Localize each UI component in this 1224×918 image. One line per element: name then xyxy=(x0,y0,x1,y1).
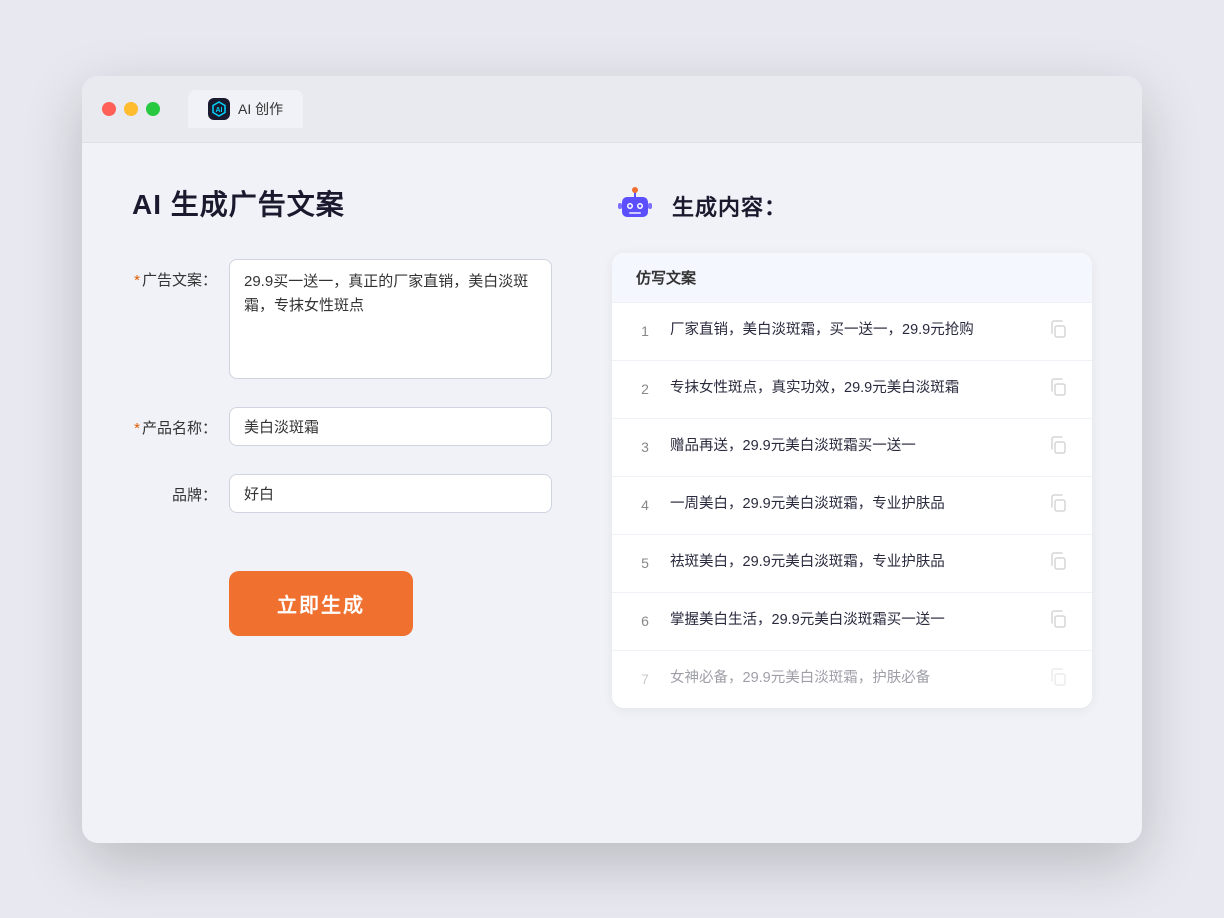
tab-label: AI 创作 xyxy=(238,99,283,119)
result-item: 5 祛斑美白，29.9元美白淡斑霜，专业护肤品 xyxy=(612,535,1092,593)
title-bar: AI AI 创作 xyxy=(82,76,1142,143)
results-card: 仿写文案 1 厂家直销，美白淡斑霜，买一送一，29.9元抢购 2 专抹女性斑点，真实… xyxy=(612,253,1092,708)
copy-button[interactable] xyxy=(1048,493,1068,518)
result-text: 一周美白，29.9元美白淡斑霜，专业护肤品 xyxy=(670,494,1032,516)
result-text: 厂家直销，美白淡斑霜，买一送一，29.9元抢购 xyxy=(670,320,1032,342)
copy-button[interactable] xyxy=(1048,551,1068,576)
left-panel: AI 生成广告文案 *广告文案： *产品名称： 品牌： 立 xyxy=(132,183,552,803)
result-item: 6 掌握美白生活，29.9元美白淡斑霜买一送一 xyxy=(612,593,1092,651)
result-number: 2 xyxy=(636,381,654,397)
ad-copy-required-star: * xyxy=(134,272,140,289)
browser-window: AI AI 创作 AI 生成广告文案 *广告文案： *产品名称： xyxy=(82,76,1142,843)
ai-tab[interactable]: AI AI 创作 xyxy=(188,90,303,128)
ad-copy-label: *广告文案： xyxy=(132,259,217,290)
result-item: 3 赠品再送，29.9元美白淡斑霜买一送一 xyxy=(612,419,1092,477)
copy-button[interactable] xyxy=(1048,319,1068,344)
copy-button[interactable] xyxy=(1048,667,1068,692)
product-name-group: *产品名称： xyxy=(132,407,552,446)
result-number: 1 xyxy=(636,323,654,339)
robot-icon xyxy=(612,183,658,229)
result-item: 7 女神必备，29.9元美白淡斑霜，护肤必备 xyxy=(612,651,1092,708)
generate-button[interactable]: 立即生成 xyxy=(229,571,413,636)
product-name-label: *产品名称： xyxy=(132,407,217,438)
result-text: 专抹女性斑点，真实功效，29.9元美白淡斑霜 xyxy=(670,378,1032,400)
brand-label: 品牌： xyxy=(132,474,217,505)
ai-tab-icon: AI xyxy=(208,98,230,120)
product-name-required-star: * xyxy=(134,420,140,437)
copy-button[interactable] xyxy=(1048,377,1068,402)
brand-input[interactable] xyxy=(229,474,552,513)
copy-button[interactable] xyxy=(1048,609,1068,634)
traffic-lights xyxy=(102,102,160,116)
close-button[interactable] xyxy=(102,102,116,116)
result-number: 6 xyxy=(636,613,654,629)
result-text: 女神必备，29.9元美白淡斑霜，护肤必备 xyxy=(670,668,1032,690)
result-number: 5 xyxy=(636,555,654,571)
result-item: 1 厂家直销，美白淡斑霜，买一送一，29.9元抢购 xyxy=(612,303,1092,361)
results-header: 仿写文案 xyxy=(612,253,1092,303)
result-item: 4 一周美白，29.9元美白淡斑霜，专业护肤品 xyxy=(612,477,1092,535)
copy-button[interactable] xyxy=(1048,435,1068,460)
minimize-button[interactable] xyxy=(124,102,138,116)
content-area: AI 生成广告文案 *广告文案： *产品名称： 品牌： 立 xyxy=(82,143,1142,843)
product-name-input[interactable] xyxy=(229,407,552,446)
right-panel-title: 生成内容： xyxy=(672,190,787,222)
right-panel: 生成内容： 仿写文案 1 厂家直销，美白淡斑霜，买一送一，29.9元抢购 2 专抹女… xyxy=(612,183,1092,803)
result-text: 祛斑美白，29.9元美白淡斑霜，专业护肤品 xyxy=(670,552,1032,574)
maximize-button[interactable] xyxy=(146,102,160,116)
brand-group: 品牌： xyxy=(132,474,552,513)
results-list: 1 厂家直销，美白淡斑霜，买一送一，29.9元抢购 2 专抹女性斑点，真实功效，29… xyxy=(612,303,1092,708)
ad-copy-group: *广告文案： xyxy=(132,259,552,379)
result-text: 赠品再送，29.9元美白淡斑霜买一送一 xyxy=(670,436,1032,458)
page-title: AI 生成广告文案 xyxy=(132,183,552,223)
result-text: 掌握美白生活，29.9元美白淡斑霜买一送一 xyxy=(670,610,1032,632)
svg-text:AI: AI xyxy=(216,107,223,114)
result-item: 2 专抹女性斑点，真实功效，29.9元美白淡斑霜 xyxy=(612,361,1092,419)
result-number: 3 xyxy=(636,439,654,455)
right-header: 生成内容： xyxy=(612,183,1092,229)
ad-copy-textarea[interactable] xyxy=(229,259,552,379)
result-number: 4 xyxy=(636,497,654,513)
result-number: 7 xyxy=(636,671,654,687)
